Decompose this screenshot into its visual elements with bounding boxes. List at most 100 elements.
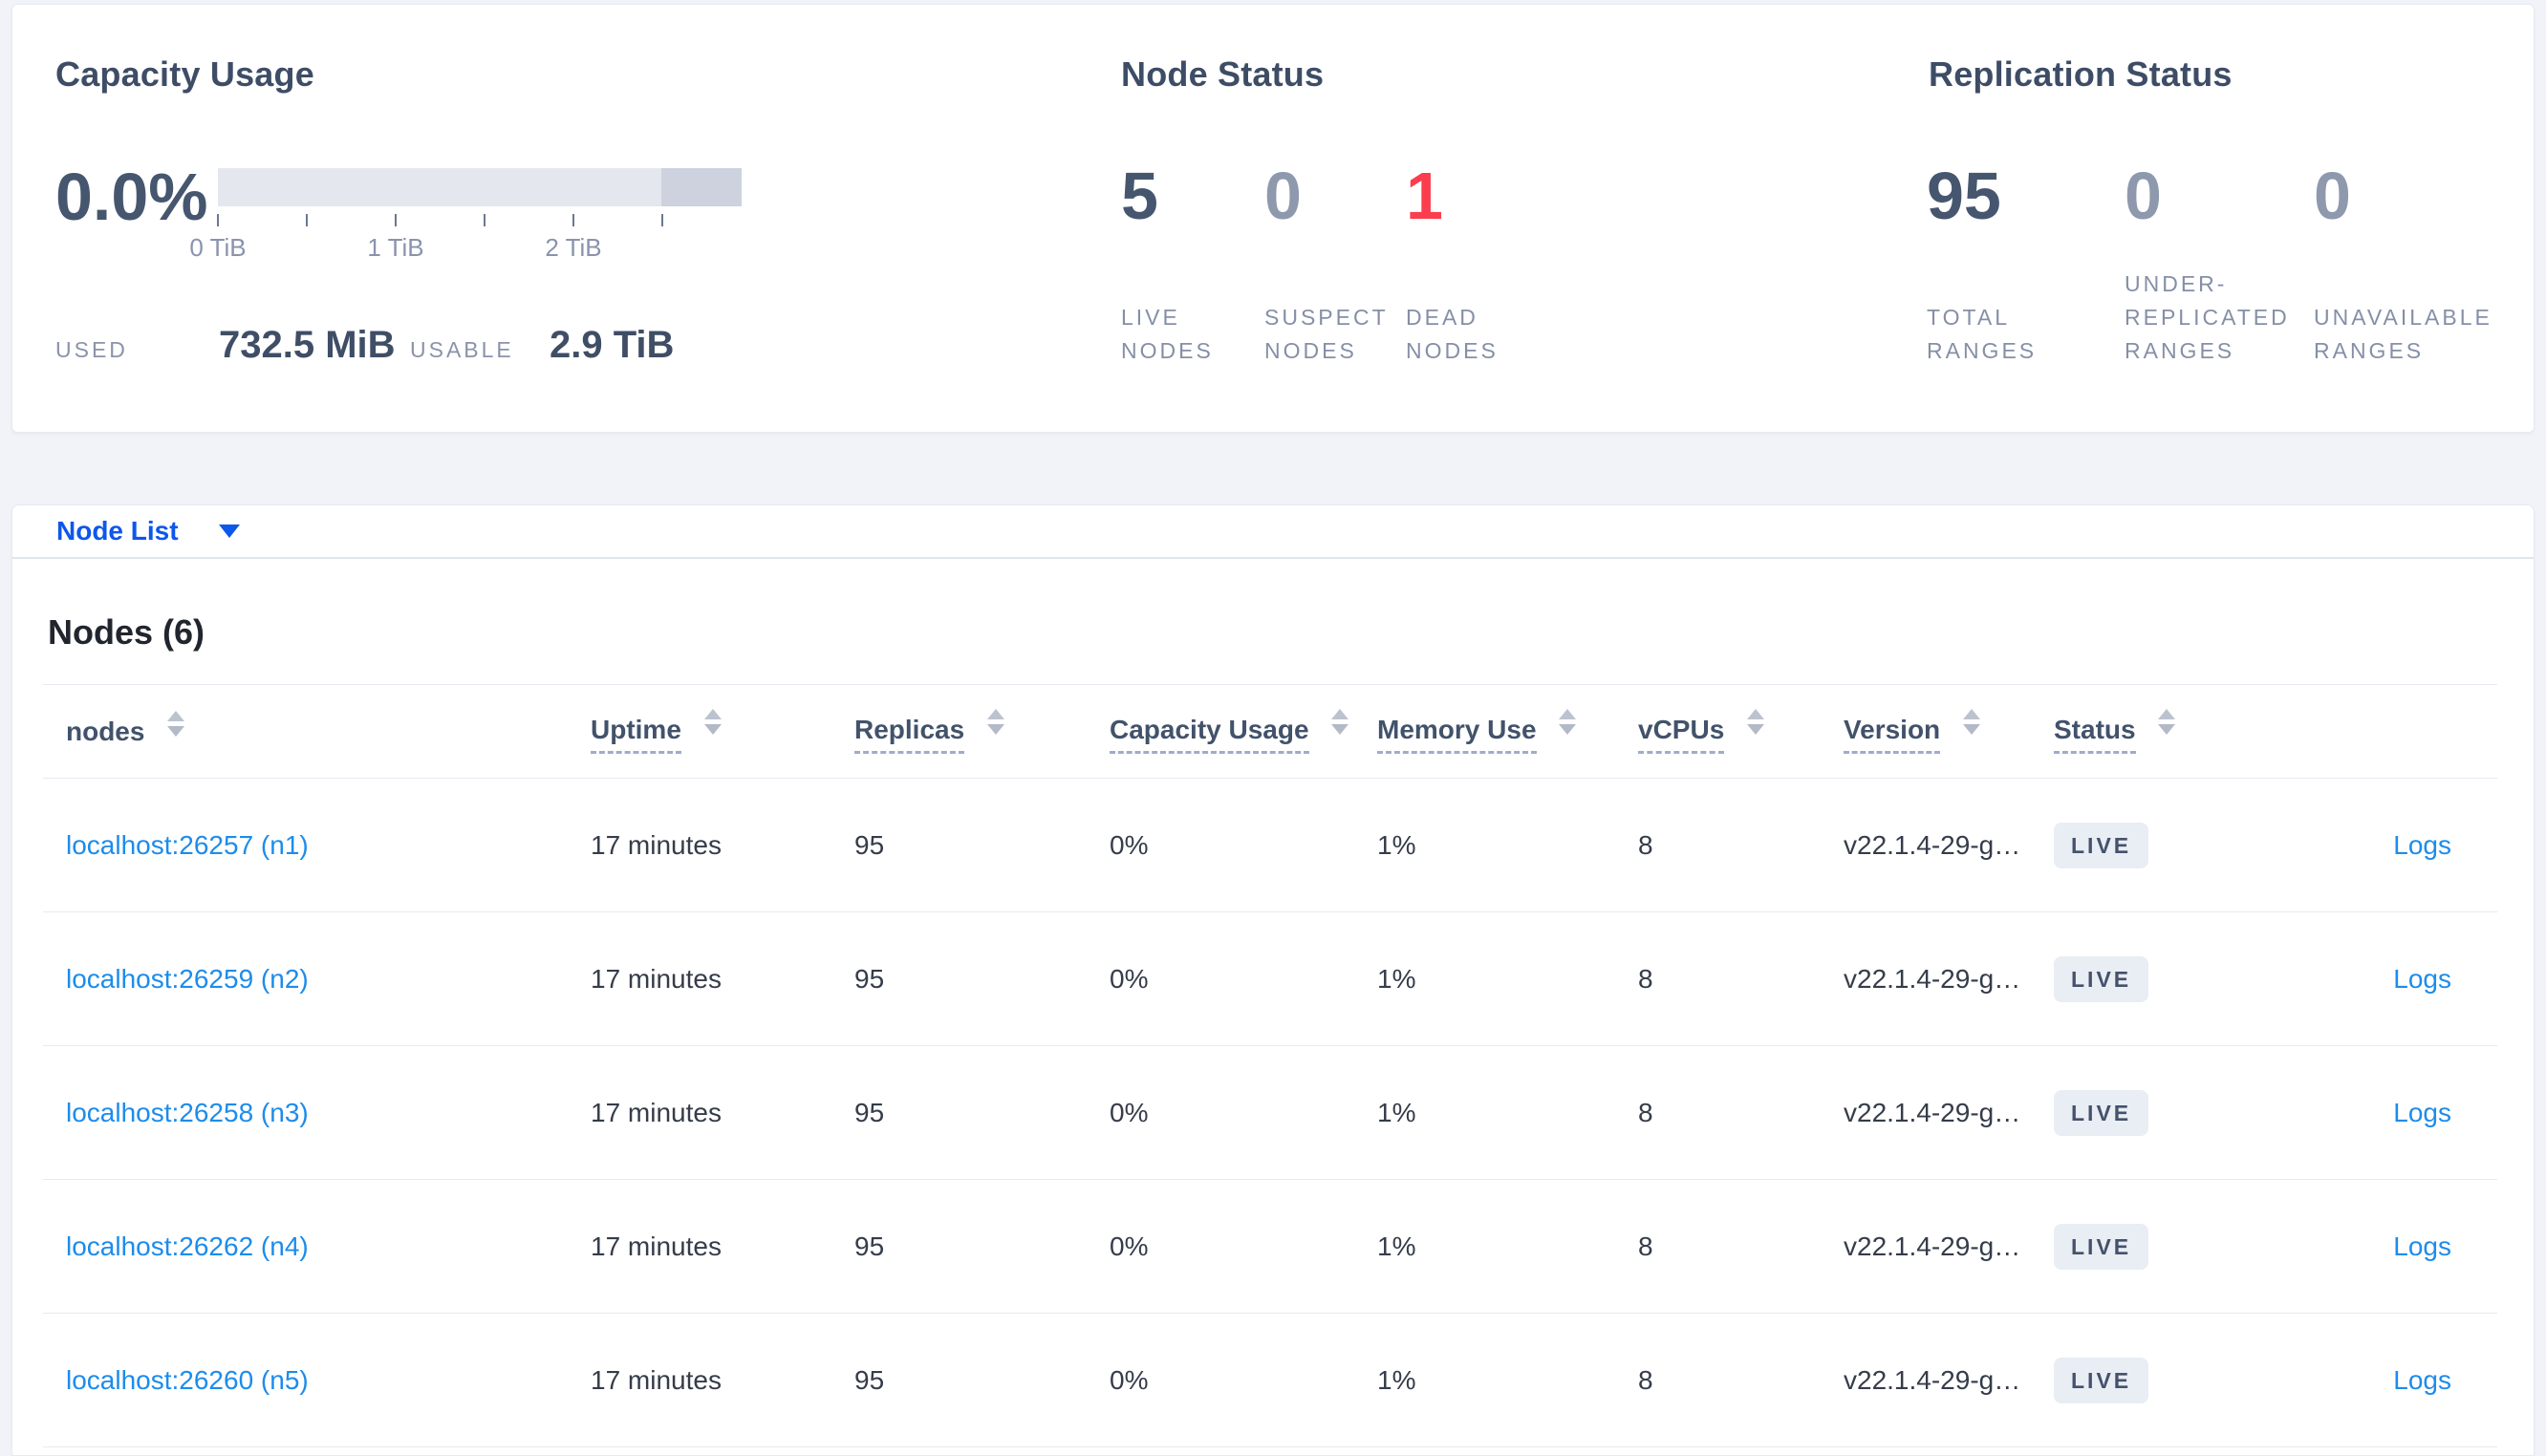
node-list-selector[interactable]: Node List [56, 516, 179, 546]
capacity-axis-tick [572, 214, 574, 226]
sort-icon[interactable] [1559, 709, 1577, 735]
dead-nodes-stat: 1 DEAD NODES [1406, 159, 1499, 368]
logs-link[interactable]: Logs [2393, 830, 2451, 860]
sort-icon[interactable] [2158, 709, 2176, 735]
nodes-count-heading: Nodes (6) [48, 612, 205, 652]
node-cell: localhost:26257 (n1) [43, 830, 591, 861]
logs-cell: Logs [2256, 964, 2497, 995]
node-link[interactable]: localhost:26259 (n2) [66, 964, 309, 994]
table-row: localhost:26257 (n1) 17 minutes 95 0% 1%… [43, 779, 2497, 912]
usable-value: 2.9 TiB [550, 324, 675, 366]
status-cell: LIVE [2054, 1357, 2256, 1403]
logs-link[interactable]: Logs [2393, 964, 2451, 994]
sort-icon[interactable] [167, 710, 185, 737]
status-cell: LIVE [2054, 1089, 2256, 1136]
header-capacity-usage: Capacity Usage [1110, 709, 1377, 754]
dead-nodes-value: 1 [1406, 159, 1443, 233]
memory-use-cell: 1% [1377, 1097, 1416, 1127]
capacity-tick-label: 1 TiB [367, 233, 424, 262]
unavailable-ranges-stat: 0 UNAVAILABLE RANGES [2314, 162, 2492, 368]
header-nodes: nodes [43, 710, 591, 753]
total-ranges-stat: 95 TOTAL RANGES [1927, 159, 2038, 368]
memory-use-cell: 1% [1377, 829, 1416, 860]
total-ranges-label: TOTAL RANGES [1927, 305, 2038, 363]
node-link[interactable]: localhost:26260 (n5) [66, 1365, 309, 1395]
sort-icon[interactable] [703, 709, 722, 735]
replication-status-title: Replication Status [1929, 54, 2233, 94]
under-replicated-ranges-stat: 0 UNDER- REPLICATED RANGES [2125, 162, 2290, 368]
status-badge: LIVE [2054, 1089, 2149, 1136]
capacity-tick-label: 0 TiB [189, 233, 247, 262]
vcpus-cell: 8 [1638, 1097, 1653, 1127]
status-badge: LIVE [2054, 822, 2149, 868]
memory-use-cell: 1% [1377, 1231, 1416, 1261]
capacity-axis-tick [661, 214, 663, 226]
capacity-usage-cell: 0% [1110, 829, 1149, 860]
node-cell: localhost:26258 (n3) [43, 1098, 591, 1128]
suspect-nodes-label: SUSPECT NODES [1264, 305, 1389, 363]
live-nodes-value: 5 [1121, 159, 1158, 233]
memory-use-cell: 1% [1377, 963, 1416, 994]
used-value: 732.5 MiB [219, 324, 396, 366]
capacity-bar [218, 168, 742, 206]
uptime-cell: 17 minutes [591, 963, 722, 994]
status-badge: LIVE [2054, 1223, 2149, 1270]
chevron-down-icon[interactable] [218, 525, 240, 538]
node-link[interactable]: localhost:26262 (n4) [66, 1231, 309, 1261]
node-cell: localhost:26262 (n4) [43, 1231, 591, 1262]
node-link[interactable]: localhost:26257 (n1) [66, 830, 309, 860]
uptime-cell: 17 minutes [591, 1097, 722, 1127]
sort-icon[interactable] [1331, 709, 1349, 735]
live-nodes-stat: 5 LIVE NODES [1121, 159, 1214, 368]
capacity-usage-cell: 0% [1110, 1231, 1149, 1261]
node-link[interactable]: localhost:26258 (n3) [66, 1098, 309, 1127]
sort-icon[interactable] [1747, 709, 1765, 735]
version-cell: v22.1.4-29-g… [1844, 1364, 2021, 1395]
suspect-nodes-stat: 0 SUSPECT NODES [1264, 162, 1389, 368]
node-cell: localhost:26259 (n2) [43, 964, 591, 995]
capacity-tick-label: 2 TiB [545, 233, 602, 262]
status-cell: LIVE [2054, 822, 2256, 868]
logs-cell: Logs [2256, 830, 2497, 861]
header-uptime: Uptime [591, 709, 854, 754]
memory-use-cell: 1% [1377, 1364, 1416, 1395]
sort-icon[interactable] [986, 709, 1004, 735]
replicas-cell: 95 [854, 1097, 885, 1127]
status-badge: LIVE [2054, 1357, 2149, 1403]
table-header-row: nodes Uptime Replicas Capacity Usage Mem… [43, 685, 2497, 779]
logs-link[interactable]: Logs [2393, 1365, 2451, 1395]
header-memory-use: Memory Use [1377, 709, 1638, 754]
table-row: localhost:26258 (n3) 17 minutes 95 0% 1%… [43, 1046, 2497, 1180]
capacity-usage-cell: 0% [1110, 1364, 1149, 1395]
version-cell: v22.1.4-29-g… [1844, 1231, 2021, 1261]
status-cell: LIVE [2054, 955, 2256, 1002]
cluster-overview-card: Capacity Usage 0.0% 0 TiB 1 TiB 2 TiB US… [11, 4, 2535, 433]
vcpus-cell: 8 [1638, 1364, 1653, 1395]
used-label: USED [55, 337, 128, 362]
logs-cell: Logs [2256, 1098, 2497, 1128]
vcpus-cell: 8 [1638, 1231, 1653, 1261]
status-badge: LIVE [2054, 955, 2149, 1002]
capacity-usage-title: Capacity Usage [55, 54, 314, 94]
sort-icon[interactable] [1962, 709, 1980, 735]
node-cell: localhost:26260 (n5) [43, 1365, 591, 1396]
uptime-cell: 17 minutes [591, 1364, 722, 1395]
header-status: Status [2054, 709, 2256, 754]
dead-nodes-label: DEAD NODES [1406, 305, 1499, 363]
total-ranges-value: 95 [1927, 159, 2001, 233]
logs-link[interactable]: Logs [2393, 1098, 2451, 1127]
header-vcpus: vCPUs [1638, 709, 1844, 754]
vcpus-cell: 8 [1638, 963, 1653, 994]
capacity-usage-cell: 0% [1110, 963, 1149, 994]
replicas-cell: 95 [854, 1231, 885, 1261]
unavailable-ranges-label: UNAVAILABLE RANGES [2314, 305, 2492, 363]
capacity-axis-tick [306, 214, 308, 226]
logs-cell: Logs [2256, 1365, 2497, 1396]
capacity-percent: 0.0% [55, 160, 208, 234]
uptime-cell: 17 minutes [591, 829, 722, 860]
capacity-bar-end-segment [661, 168, 742, 206]
replicas-cell: 95 [854, 829, 885, 860]
logs-link[interactable]: Logs [2393, 1231, 2451, 1261]
version-cell: v22.1.4-29-g… [1844, 963, 2021, 994]
vcpus-cell: 8 [1638, 829, 1653, 860]
